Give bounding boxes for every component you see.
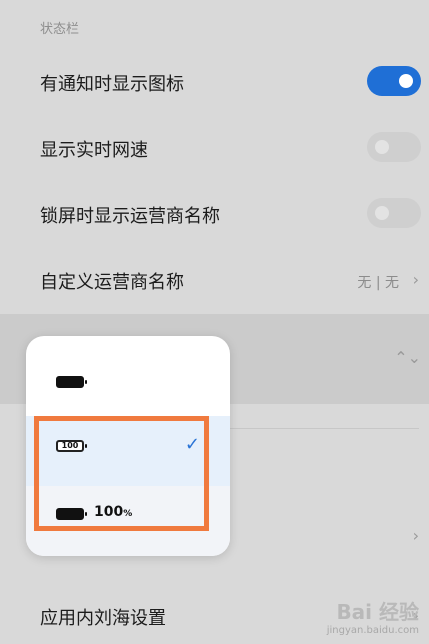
setting-label: 应用内刘海设置 — [40, 608, 166, 629]
notification-icons-toggle[interactable] — [367, 66, 421, 96]
custom-carrier-value: 无 | 无 — [357, 275, 399, 291]
setting-row-notification-icons[interactable]: 有通知时显示图标 — [0, 62, 429, 102]
chevron-right-icon: › — [412, 270, 419, 289]
toggle-knob — [399, 74, 413, 88]
watermark: Bai 经验 jingyan.baidu.com — [327, 596, 419, 636]
setting-label: 显示实时网速 — [40, 140, 148, 161]
section-title: 状态栏 — [40, 22, 80, 37]
setting-row-network-speed[interactable]: 显示实时网速 — [0, 128, 429, 168]
watermark-url: jingyan.baidu.com — [326, 625, 419, 636]
battery-solid-icon — [56, 376, 87, 388]
setting-label: 有通知时显示图标 — [40, 74, 184, 95]
network-speed-toggle[interactable] — [367, 132, 421, 162]
setting-row-custom-carrier[interactable]: 自定义运营商名称 无 | 无 › — [0, 262, 429, 302]
carrier-lockscreen-toggle[interactable] — [367, 198, 421, 228]
setting-label: 锁屏时显示运营商名称 — [40, 206, 220, 227]
setting-label: 自定义运营商名称 — [40, 272, 184, 293]
settings-page: 状态栏 有通知时显示图标 显示实时网速 锁屏时显示运营商名称 自定义运营商名称 … — [0, 0, 429, 644]
annotation-highlight-box — [34, 416, 209, 531]
toggle-knob — [375, 206, 389, 220]
setting-row-carrier-lockscreen[interactable]: 锁屏时显示运营商名称 — [0, 194, 429, 234]
battery-option-solid[interactable] — [26, 346, 230, 416]
expand-chevron-icon: ⌃⌄ — [394, 348, 421, 367]
toggle-knob — [375, 140, 389, 154]
chevron-right-icon: › — [412, 526, 419, 545]
watermark-brand: Bai 经验 — [336, 600, 419, 624]
